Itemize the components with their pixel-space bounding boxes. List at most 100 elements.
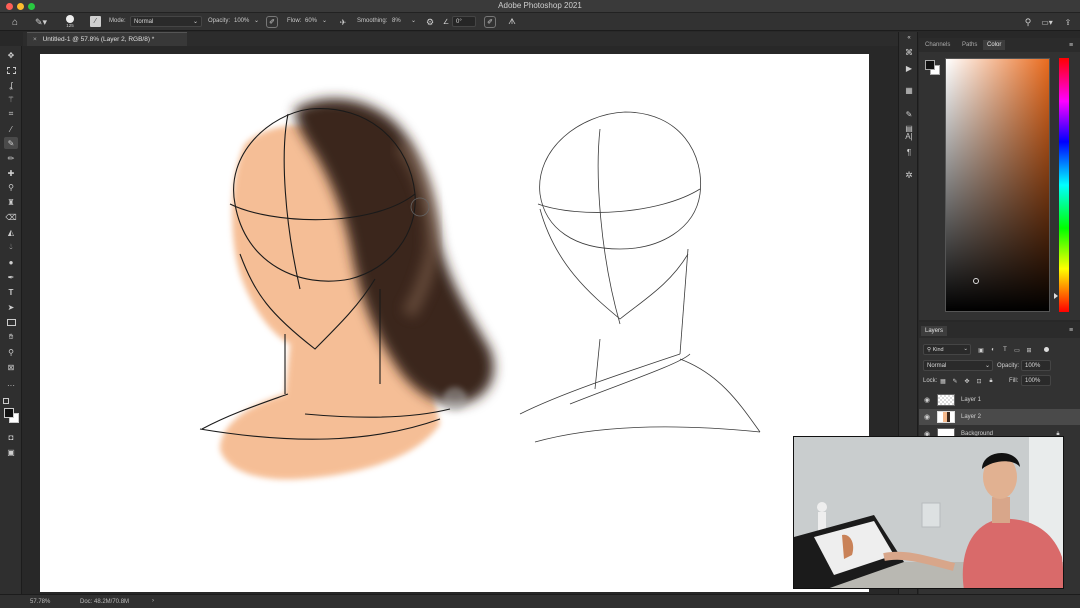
layer-opacity-field[interactable]: 100% xyxy=(1021,360,1051,371)
brush-size-picker[interactable]: 125 xyxy=(62,13,78,31)
blur-icon[interactable]: 💧︎ xyxy=(4,241,18,253)
brush-settings-icon[interactable]: ⁄ xyxy=(90,16,101,27)
play-icon[interactable]: ▶ xyxy=(902,62,916,74)
options-bar: ⌂ ✎▾ 125 ⁄ Mode: Normal ⌄ Opacity: 100% … xyxy=(0,13,1080,31)
path-select-icon[interactable]: ➤ xyxy=(4,301,18,313)
frame-icon[interactable]: ⊠ xyxy=(4,361,18,373)
pen-icon[interactable]: ✒ xyxy=(4,271,18,283)
filter-type-icon[interactable]: T xyxy=(1001,346,1009,354)
hue-slider[interactable] xyxy=(1059,58,1069,312)
gear-icon[interactable]: ⚙ xyxy=(424,16,436,28)
document-tab-label: Untitled-1 @ 57.8% (Layer 2, RGB/8) * xyxy=(42,36,155,43)
foreground-color-swatch[interactable] xyxy=(925,60,935,70)
color-picker-cursor[interactable] xyxy=(973,278,979,284)
airbrush-icon[interactable]: ✈ xyxy=(337,16,349,28)
pressure-opacity-icon[interactable]: ✐ xyxy=(266,16,278,28)
artboard[interactable] xyxy=(40,54,869,592)
hair-blob xyxy=(443,387,467,411)
color-picker-field[interactable] xyxy=(945,58,1050,312)
angle-value: 0° xyxy=(456,19,462,25)
filter-shape-icon[interactable]: ▭ xyxy=(1013,346,1021,354)
close-tab-icon[interactable]: × xyxy=(33,36,37,43)
layer-opacity-value: 100% xyxy=(1025,363,1041,369)
rectangle-icon[interactable] xyxy=(4,316,18,328)
clone-stamp-icon[interactable]: ⚲ xyxy=(4,181,18,193)
pencil-icon[interactable]: ✏ xyxy=(4,152,18,164)
layer-row-layer-1[interactable]: ◉ Layer 1 xyxy=(919,392,1080,408)
healing-icon[interactable]: ✚ xyxy=(4,167,18,179)
eraser-icon[interactable]: ⌫ xyxy=(4,211,18,223)
move-icon[interactable]: ✥ xyxy=(4,49,18,61)
paragraph-icon[interactable]: ¶ xyxy=(902,146,916,158)
eye-icon[interactable]: ◉ xyxy=(923,413,931,421)
brush-preset-icon[interactable]: ✎▾ xyxy=(32,15,50,29)
tab-color[interactable]: Color xyxy=(983,40,1006,50)
document-tab[interactable]: × Untitled-1 @ 57.8% (Layer 2, RGB/8) * xyxy=(27,32,187,46)
quick-mask-icon[interactable]: ◘ xyxy=(4,431,18,443)
lock-artboard-icon[interactable]: ⊡ xyxy=(975,377,983,385)
chevron-down-icon[interactable]: ⌄ xyxy=(322,17,327,24)
smoothing-value[interactable]: 8% xyxy=(392,18,401,24)
filter-toggle-icon[interactable] xyxy=(1044,347,1049,352)
flow-label: Flow: xyxy=(287,18,302,24)
default-colors-icon[interactable] xyxy=(3,398,9,404)
panel-menu-icon[interactable]: ≡ xyxy=(1069,327,1073,334)
brush-icon[interactable]: ✎ xyxy=(4,137,18,149)
collapse-panels-icon[interactable]: « xyxy=(902,34,916,42)
symmetry-icon[interactable]: ᗑ xyxy=(505,16,519,28)
crop-icon[interactable]: ⌗ xyxy=(4,108,18,120)
angle-field[interactable]: 0° xyxy=(452,16,476,27)
layer-filter-dropdown[interactable]: ⚲ Kind ⌄ xyxy=(923,344,971,355)
pressure-size-icon[interactable]: ✐ xyxy=(484,16,496,28)
more-icon[interactable]: ··· xyxy=(4,379,18,391)
panel-menu-icon[interactable]: ≡ xyxy=(1069,42,1073,49)
tab-channels[interactable]: Channels xyxy=(921,40,954,50)
marquee-icon[interactable] xyxy=(4,64,18,76)
magic-wand-icon[interactable]: ⚚ xyxy=(4,93,18,105)
flow-value[interactable]: 60% xyxy=(305,18,317,24)
hand-icon[interactable]: ✋︎ xyxy=(4,331,18,343)
type-icon[interactable]: T xyxy=(4,286,18,298)
layers-panel-title[interactable]: Layers xyxy=(921,326,948,336)
filter-pixel-icon[interactable]: ▣ xyxy=(977,346,985,354)
lock-transparent-icon[interactable]: ▦ xyxy=(939,377,947,385)
history-brush-icon[interactable]: ♜ xyxy=(4,196,18,208)
paint-bucket-icon[interactable]: ◭ xyxy=(4,226,18,238)
lock-pixels-icon[interactable]: ✎ xyxy=(951,377,959,385)
opacity-value[interactable]: 100% xyxy=(234,18,249,24)
home-icon[interactable]: ⌂ xyxy=(8,15,22,29)
chevron-down-icon[interactable]: ⌄ xyxy=(254,17,259,24)
status-bar: 57.78% Doc: 48.2M/70.8M › xyxy=(0,594,1080,608)
lasso-icon[interactable]: ʆ xyxy=(4,79,18,91)
history-icon[interactable]: ⌘ xyxy=(902,46,916,58)
lock-position-icon[interactable]: ✥ xyxy=(963,377,971,385)
screen-mode-icon[interactable]: ▣ xyxy=(4,446,18,458)
character-icon[interactable]: A| xyxy=(902,130,916,142)
tab-paths[interactable]: Paths xyxy=(958,40,981,50)
chevron-right-icon[interactable]: › xyxy=(152,598,154,604)
hue-slider-handle[interactable] xyxy=(1054,293,1058,299)
filter-smart-object-icon[interactable]: ⊞ xyxy=(1025,346,1033,354)
title-bar: Adobe Photoshop 2021 xyxy=(0,0,1080,13)
brush-tip-icon xyxy=(66,15,74,23)
foreground-color-swatch[interactable] xyxy=(4,408,14,418)
share-icon[interactable]: ⇪ xyxy=(1062,16,1074,28)
layer-row-layer-2[interactable]: ◉ Layer 2 xyxy=(919,409,1080,425)
dodge-icon[interactable]: ● xyxy=(4,256,18,268)
blend-mode-dropdown[interactable]: Normal ⌄ xyxy=(923,360,993,371)
brush-settings-panel-icon[interactable]: ✎ xyxy=(902,108,916,120)
fill-field[interactable]: 100% xyxy=(1021,375,1051,386)
chevron-down-icon[interactable]: ⌄ xyxy=(411,17,416,24)
canvas-area[interactable] xyxy=(22,46,898,594)
zoom-level[interactable]: 57.78% xyxy=(30,599,50,605)
zoom-icon[interactable]: ⚲ xyxy=(4,346,18,358)
mode-dropdown[interactable]: Normal ⌄ xyxy=(130,16,202,27)
lock-all-icon[interactable]: 🔒︎ xyxy=(987,377,995,385)
eye-icon[interactable]: ◉ xyxy=(923,396,931,404)
swatches-icon[interactable]: ▦ xyxy=(902,84,916,96)
gear-icon[interactable]: ✲ xyxy=(902,169,916,181)
search-icon[interactable]: ⚲ xyxy=(1022,16,1034,28)
filter-adjustment-icon[interactable]: ◐ xyxy=(989,346,997,354)
eyedropper-icon[interactable]: ⁄ xyxy=(4,123,18,135)
workspace-icon[interactable]: ▭▾ xyxy=(1039,16,1055,28)
